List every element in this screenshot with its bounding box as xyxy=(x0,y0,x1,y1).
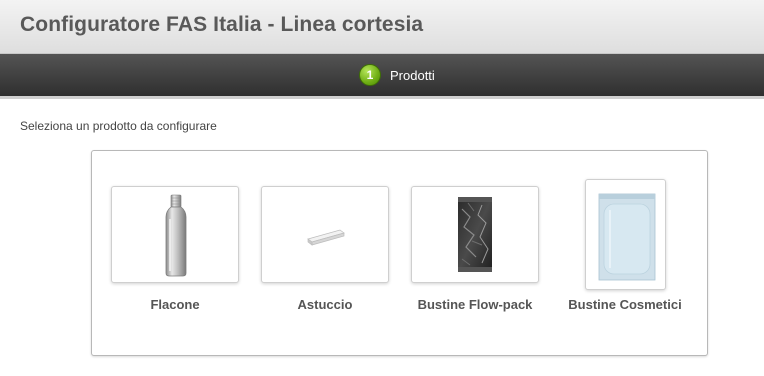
step-label: Prodotti xyxy=(390,67,435,83)
product-thumbnail[interactable] xyxy=(111,186,239,283)
product-thumbnail[interactable] xyxy=(585,179,666,290)
product-thumbnail[interactable] xyxy=(411,186,539,283)
case-image xyxy=(307,229,345,246)
bottle-image xyxy=(165,194,187,277)
product-bustine-cosmetici[interactable]: Bustine Cosmetici xyxy=(561,179,689,316)
step-number-badge: 1 xyxy=(359,64,381,86)
product-panel: Flacone Astuccio Bustine Flow-pack Busti… xyxy=(91,150,708,356)
step-bar: 1 Prodotti xyxy=(0,54,764,99)
product-name: Bustine Cosmetici xyxy=(568,297,682,312)
product-name: Astuccio xyxy=(297,297,353,312)
product-name: Flacone xyxy=(150,297,200,312)
product-thumbnail[interactable] xyxy=(261,186,389,283)
app-header: Configuratore FAS Italia - Linea cortesi… xyxy=(0,0,764,54)
flowpack-sachet-image xyxy=(458,197,492,272)
product-astuccio[interactable]: Astuccio xyxy=(261,186,389,316)
step-prodotti[interactable]: 1 Prodotti xyxy=(359,63,435,87)
instruction-text: Seleziona un prodotto da configurare xyxy=(20,119,217,133)
product-bustine-flow-pack[interactable]: Bustine Flow-pack xyxy=(411,186,539,316)
page-title: Configuratore FAS Italia - Linea cortesi… xyxy=(20,13,424,36)
product-name: Bustine Flow-pack xyxy=(417,297,533,312)
product-flacone[interactable]: Flacone xyxy=(111,186,239,316)
cosmetic-sachet-image xyxy=(598,193,656,281)
